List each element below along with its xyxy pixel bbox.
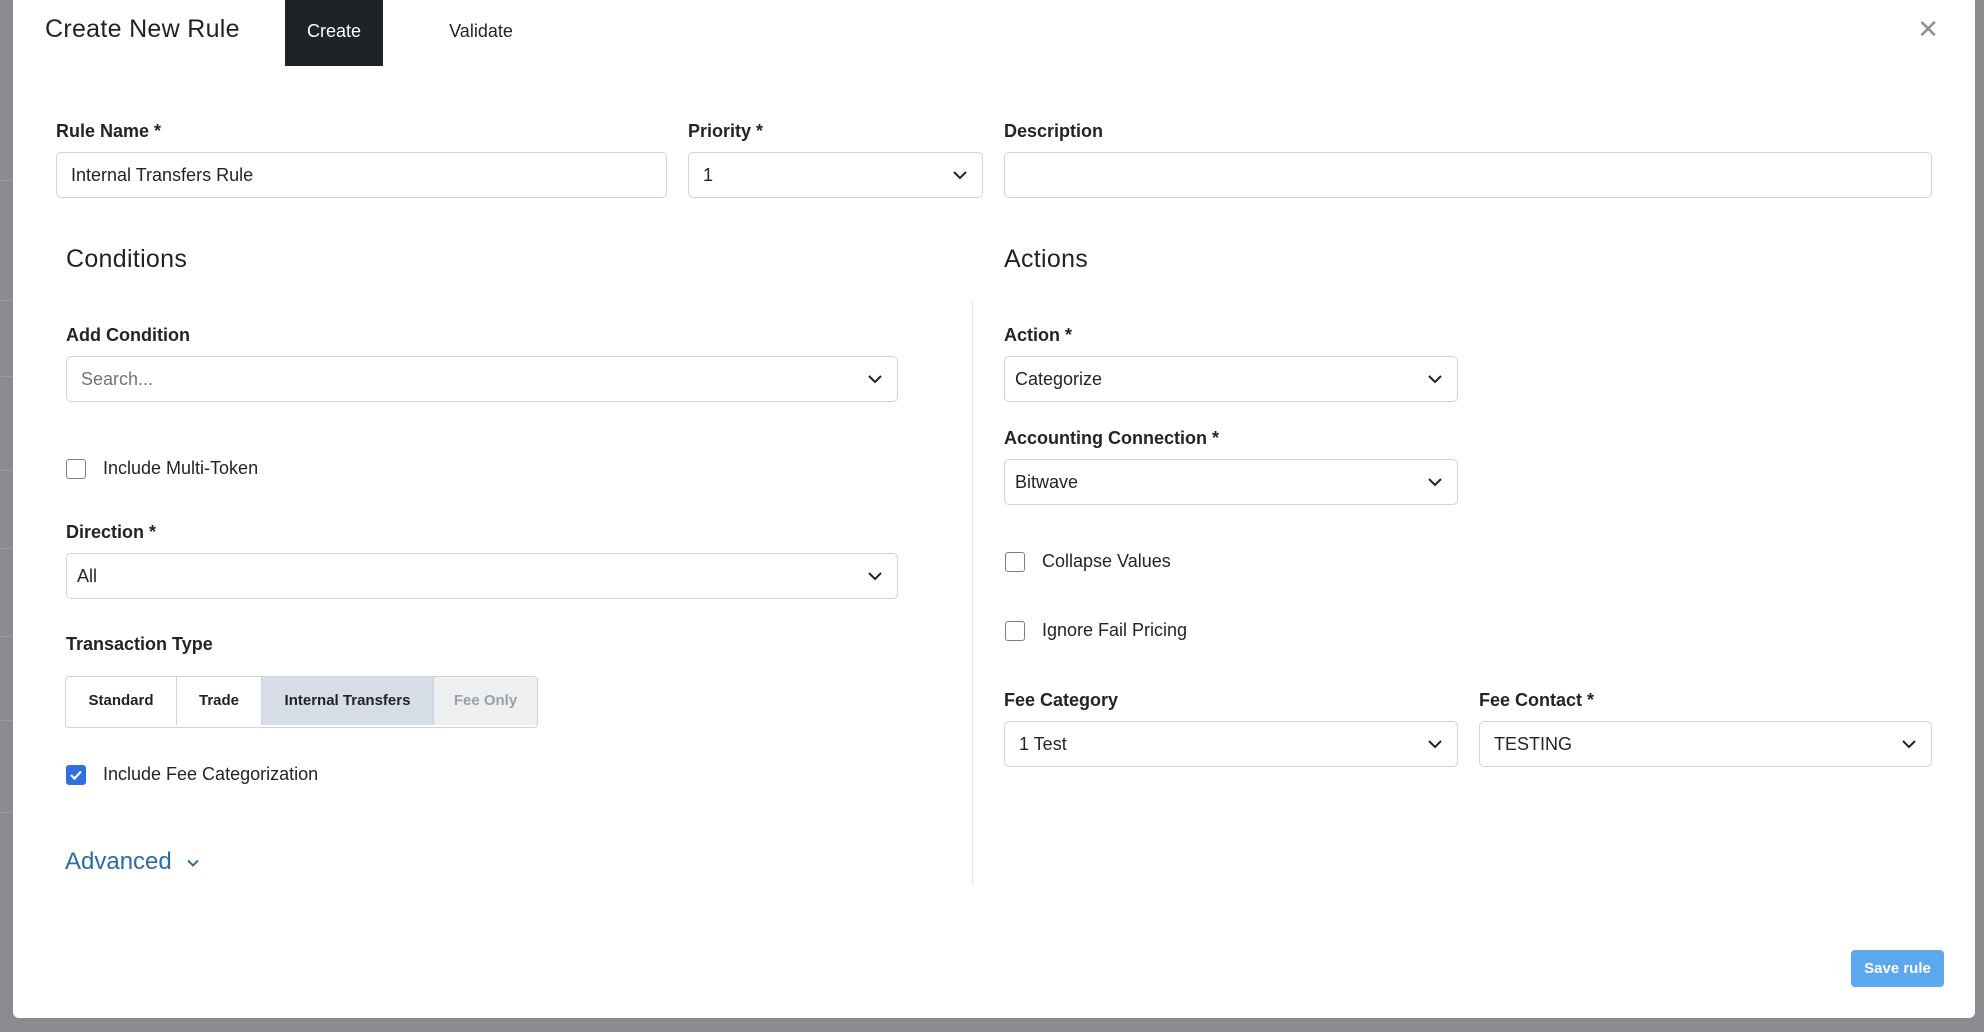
ignore-fail-pricing-label: Ignore Fail Pricing [1042, 620, 1188, 640]
priority-select[interactable]: 1 [688, 152, 983, 198]
accounting-connection-select[interactable]: Bitwave [1004, 459, 1458, 505]
rule-name-input[interactable] [56, 152, 667, 198]
direction-select[interactable]: All [66, 553, 898, 599]
priority-value: 1 [703, 165, 714, 185]
transaction-type-label: Transaction Type [66, 634, 213, 654]
tab-validate[interactable]: Validate [431, 0, 531, 66]
add-condition-placeholder: Search... [81, 369, 154, 389]
column-divider [972, 300, 973, 886]
rule-name-label: Rule Name * [56, 121, 162, 141]
chevron-down-icon [867, 568, 883, 584]
tab-create[interactable]: Create [285, 0, 383, 66]
direction-label: Direction * [66, 522, 157, 542]
include-multi-token-label: Include Multi-Token [103, 458, 259, 478]
add-condition-search[interactable]: Search... [66, 356, 898, 402]
include-multi-token-checkbox[interactable] [66, 459, 86, 479]
fee-contact-value: TESTING [1494, 734, 1573, 754]
backdrop [0, 0, 14, 1032]
add-condition-label: Add Condition [66, 325, 190, 345]
action-label: Action * [1004, 325, 1073, 345]
transaction-type-standard[interactable]: Standard [66, 677, 177, 725]
include-fee-categorization-checkbox[interactable] [66, 765, 86, 785]
transaction-type-group: Standard Trade Internal Transfers Fee On… [65, 676, 538, 728]
close-icon[interactable]: ✕ [1917, 14, 1939, 44]
chevron-down-icon [1427, 474, 1443, 490]
priority-label: Priority * [688, 121, 764, 141]
chevron-down-icon [1427, 736, 1443, 752]
description-input[interactable] [1004, 152, 1932, 198]
chevron-down-icon [952, 167, 968, 183]
create-rule-modal: Create New Rule Create Validate ✕ Rule N… [13, 0, 1975, 1018]
conditions-heading: Conditions [66, 245, 188, 273]
direction-value: All [77, 566, 98, 586]
chevron-down-icon [186, 849, 200, 877]
modal-title: Create New Rule [45, 15, 240, 43]
chevron-down-icon [867, 371, 883, 387]
include-fee-categorization-label: Include Fee Categorization [103, 764, 319, 784]
transaction-type-trade[interactable]: Trade [177, 677, 262, 725]
fee-category-select[interactable]: 1 Test [1004, 721, 1458, 767]
fee-category-value: 1 Test [1019, 734, 1067, 754]
chevron-down-icon [1901, 736, 1917, 752]
action-select[interactable]: Categorize [1004, 356, 1458, 402]
transaction-type-fee-only: Fee Only [434, 677, 537, 725]
action-value: Categorize [1015, 369, 1103, 389]
save-rule-button[interactable]: Save rule [1851, 950, 1944, 987]
fee-contact-label: Fee Contact * [1479, 690, 1595, 710]
ignore-fail-pricing-checkbox[interactable] [1005, 621, 1025, 641]
accounting-connection-value: Bitwave [1015, 472, 1079, 492]
accounting-connection-label: Accounting Connection * [1004, 428, 1219, 448]
transaction-type-internal-transfers[interactable]: Internal Transfers [262, 677, 434, 725]
fee-category-label: Fee Category [1004, 690, 1119, 710]
chevron-down-icon [1427, 371, 1443, 387]
collapse-values-label: Collapse Values [1042, 551, 1171, 571]
checkmark-icon [70, 770, 82, 781]
description-label: Description [1004, 121, 1104, 141]
collapse-values-checkbox[interactable] [1005, 552, 1025, 572]
fee-contact-select[interactable]: TESTING [1479, 721, 1932, 767]
actions-heading: Actions [1004, 245, 1089, 273]
advanced-toggle[interactable]: Advanced [65, 848, 200, 877]
advanced-label: Advanced [65, 848, 172, 875]
